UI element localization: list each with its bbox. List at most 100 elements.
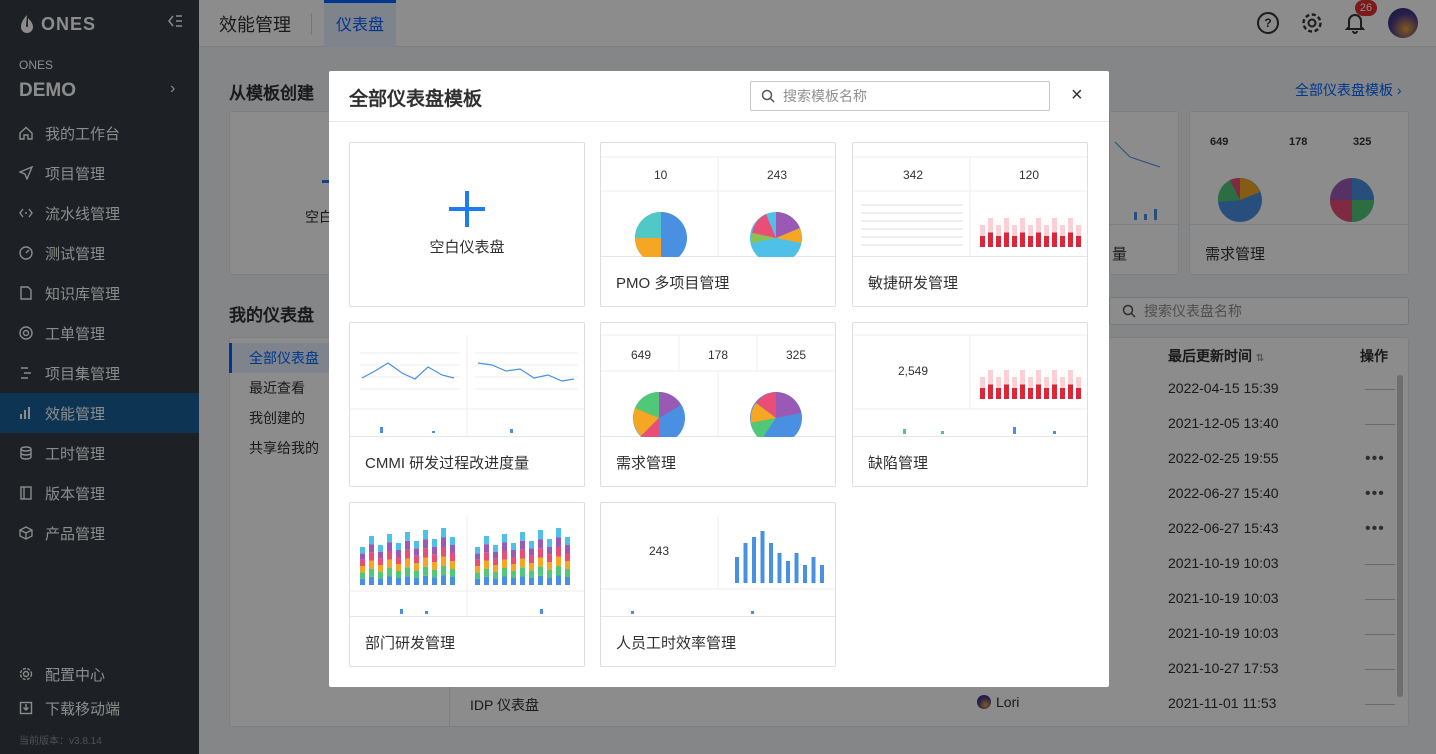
thumbnail-bar	[820, 565, 824, 583]
thumbnail-bar	[529, 570, 534, 578]
modal-title: 全部仪表盘模板	[349, 89, 483, 110]
template-search-input[interactable]	[783, 88, 1023, 104]
thumbnail-bar	[414, 563, 419, 571]
thumbnail-bar	[1044, 225, 1049, 236]
thumbnail-bar	[777, 553, 782, 583]
thumbnail-bar	[1012, 388, 1017, 399]
thumbnail-bar	[520, 532, 525, 541]
thumbnail-bar	[387, 568, 392, 577]
thumbnail-bar	[1060, 377, 1065, 388]
thumbnail-bar	[441, 556, 446, 566]
thumbnail-bar	[1012, 236, 1017, 247]
thumbnail-bar	[556, 556, 561, 566]
thumbnail-bar	[441, 547, 446, 557]
thumbnail-bar	[1036, 384, 1041, 399]
search-icon	[761, 89, 775, 103]
thumbnail-bar	[378, 545, 383, 552]
thumbnail-bar	[396, 550, 401, 557]
thumbnail-bar	[547, 577, 552, 585]
thumbnail-bar	[511, 557, 516, 564]
thumbnail-bar	[520, 549, 525, 559]
thumbnail-bar	[484, 568, 489, 577]
template-card-agile[interactable]: 342 120 敏捷研发管理	[852, 142, 1088, 307]
thumbnail-bar	[405, 576, 410, 585]
thumbnail-bar	[980, 377, 985, 388]
thumbnail-bar	[414, 570, 419, 578]
thumbnail-bar	[1036, 218, 1041, 233]
template-card-cmmi[interactable]: CMMI 研发过程改进度量	[349, 322, 585, 487]
thumbnail-bar	[538, 557, 543, 567]
thumbnail-bar	[1076, 236, 1081, 247]
thumbnail-bar	[538, 530, 543, 540]
thumbnail-bar	[475, 553, 480, 560]
template-modal: 全部仪表盘模板 × 空白仪表盘 10 243 PMO 多项目管理	[329, 71, 1109, 687]
thumbnail-bar	[1004, 384, 1009, 399]
thumbnail-bar	[493, 578, 498, 585]
thumbnail-bar	[556, 547, 561, 557]
template-card-demand[interactable]: 649 178 325 需求管理	[600, 322, 836, 487]
thumbnail-bar	[423, 557, 428, 567]
thumbnail-bar	[1052, 218, 1057, 233]
thumbnail-bar	[988, 232, 993, 247]
thumbnail-bar	[360, 553, 365, 560]
thumbnail-bar	[1068, 370, 1073, 385]
template-card-defect[interactable]: 2,549 缺陷管理	[852, 322, 1088, 487]
metric-value: 325	[786, 348, 807, 362]
template-name: 部门研发管理	[365, 635, 456, 652]
thumbnail-bar	[1020, 370, 1025, 385]
thumbnail-bar	[475, 566, 480, 573]
thumbnail-bar	[511, 543, 516, 550]
thumbnail-bar	[556, 537, 561, 547]
thumbnail-bar	[502, 559, 507, 568]
modal-header: 全部仪表盘模板 ×	[329, 71, 1109, 122]
close-icon[interactable]: ×	[1071, 84, 1083, 107]
thumbnail-bar	[529, 563, 534, 571]
thumbnail-bar	[414, 577, 419, 585]
thumbnail-bar	[450, 545, 455, 553]
template-name: CMMI 研发过程改进度量	[365, 455, 530, 472]
template-search[interactable]	[750, 81, 1050, 111]
template-card-pmo[interactable]: 10 243 PMO 多项目管理	[600, 142, 836, 307]
thumbnail-bar	[511, 571, 516, 578]
metric-value: 10	[654, 168, 668, 182]
template-preview: 10 243	[601, 143, 835, 257]
metric-value: 2,549	[898, 364, 929, 378]
thumbnail-bar	[432, 554, 437, 562]
thumbnail-bar	[980, 388, 985, 399]
thumbnail-bar	[1012, 225, 1017, 236]
thumbnail-bar	[405, 558, 410, 568]
thumbnail-bar	[1052, 232, 1057, 247]
thumbnail-bar	[396, 557, 401, 564]
blank-dashboard-label: 空白仪表盘	[429, 239, 505, 256]
thumbnail-bar	[1004, 232, 1009, 247]
thumbnail-bar	[1076, 225, 1081, 236]
thumbnail-bar	[405, 532, 410, 541]
metric-value: 342	[903, 168, 924, 182]
thumbnail-bar	[432, 569, 437, 578]
thumbnail-bar	[502, 542, 507, 551]
thumbnail-bar	[405, 540, 410, 550]
thumbnail-bar	[360, 566, 365, 573]
thumbnail-bar	[360, 559, 365, 566]
thumbnail-bar	[760, 531, 765, 583]
plus-icon	[449, 191, 485, 227]
template-card-department[interactable]: 部门研发管理	[349, 502, 585, 667]
thumbnail-bar	[493, 565, 498, 572]
thumbnail-bar	[1068, 384, 1073, 399]
thumbnail-bar	[1012, 377, 1017, 388]
thumbnail-bar	[803, 565, 807, 583]
thumbnail-bar	[475, 547, 480, 554]
thumbnail-bar	[547, 546, 552, 555]
thumbnail-bar	[996, 388, 1001, 399]
thumbnail-bar	[529, 541, 534, 549]
template-card-timesheet[interactable]: 243 人员工时效率管理	[600, 502, 836, 667]
thumbnail-bar	[529, 548, 534, 556]
thumbnail-bar	[520, 567, 525, 577]
thumbnail-bar	[369, 560, 374, 569]
thumbnail-bar	[405, 549, 410, 559]
thumbnail-bar	[1028, 236, 1033, 247]
thumbnail-bar	[794, 553, 799, 583]
metric-value: 243	[649, 544, 670, 558]
blank-dashboard-card[interactable]: 空白仪表盘	[349, 142, 585, 307]
thumbnail-bar	[565, 561, 570, 569]
